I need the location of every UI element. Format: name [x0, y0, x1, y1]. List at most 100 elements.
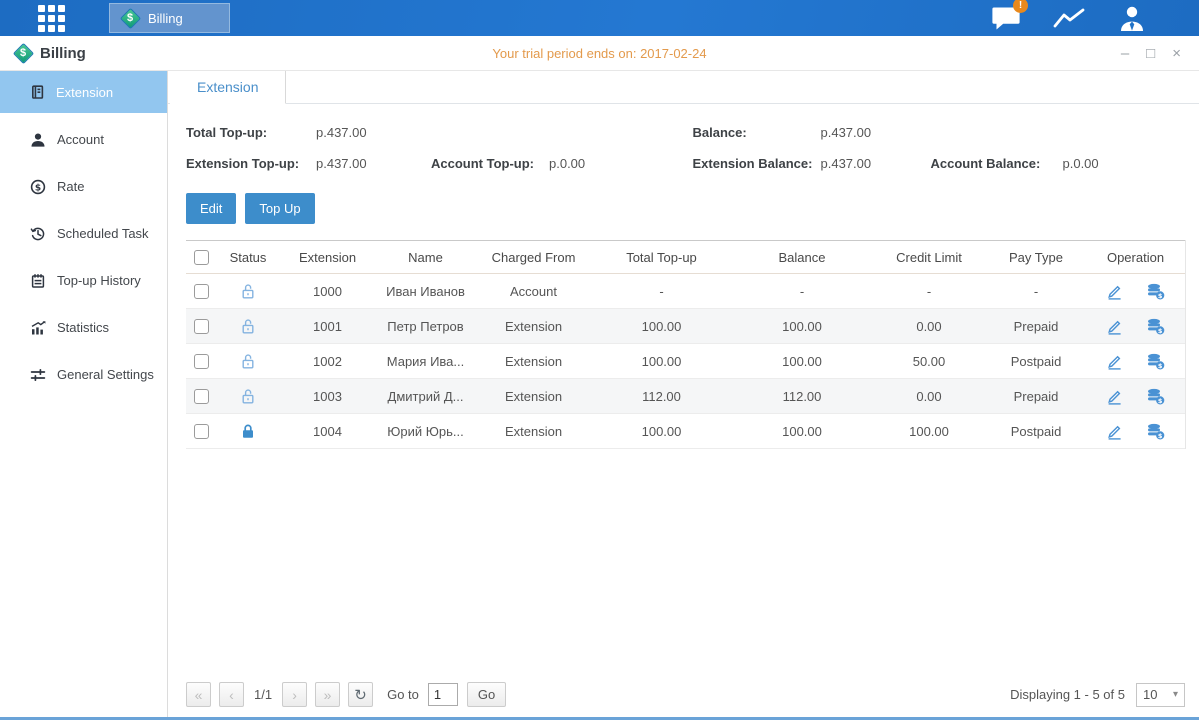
status-unlocked-icon — [240, 283, 256, 300]
column-header-pay-type: Pay Type — [986, 241, 1086, 274]
svg-text:$: $ — [1158, 291, 1163, 299]
summary-section: Total Top-up: p.437.00 Extension Top-up:… — [168, 104, 1199, 179]
cell-pay-type: Postpaid — [986, 344, 1086, 379]
row-checkbox[interactable] — [194, 354, 209, 369]
prev-page-icon: ‹ — [229, 687, 234, 703]
row-checkbox[interactable] — [194, 284, 209, 299]
sidebar-item-scheduled-task[interactable]: Scheduled Task — [0, 210, 167, 257]
close-icon[interactable]: × — [1172, 46, 1181, 61]
page-indicator: 1/1 — [254, 687, 272, 702]
go-button[interactable]: Go — [467, 682, 506, 707]
maximize-icon[interactable]: □ — [1146, 46, 1155, 61]
top-up-row-button[interactable]: $ — [1146, 423, 1165, 440]
cell-balance: 112.00 — [732, 379, 872, 414]
prev-page-button[interactable]: ‹ — [219, 682, 244, 707]
row-checkbox[interactable] — [194, 389, 209, 404]
first-page-icon: « — [195, 687, 203, 703]
chevron-down-icon: ▾ — [1173, 689, 1178, 700]
cell-extension: 1003 — [280, 379, 375, 414]
balance-label: Balance: — [693, 125, 821, 140]
cell-balance: 100.00 — [732, 344, 872, 379]
cell-credit-limit: 0.00 — [872, 379, 986, 414]
line-chart-icon — [1052, 6, 1086, 31]
sidebar-item-statistics[interactable]: Statistics — [0, 304, 167, 351]
select-all-checkbox[interactable] — [194, 250, 209, 265]
status-unlocked-icon — [240, 318, 256, 335]
cell-charged-from: Extension — [476, 344, 591, 379]
sidebar-item-label: Account — [57, 132, 104, 147]
next-page-button[interactable]: › — [282, 682, 307, 707]
edit-row-button[interactable] — [1106, 423, 1123, 440]
tab-extension[interactable]: Extension — [170, 71, 286, 104]
top-up-row-button[interactable]: $ — [1146, 318, 1165, 335]
account-balance-label: Account Balance: — [931, 156, 1063, 171]
sidebar-item-label: Extension — [56, 85, 113, 100]
cell-total-topup: 112.00 — [591, 379, 732, 414]
last-page-button[interactable]: » — [315, 682, 340, 707]
edit-row-button[interactable] — [1106, 318, 1123, 335]
taskbar-item-billing[interactable]: $ Billing — [109, 3, 230, 33]
last-page-icon: » — [324, 687, 332, 703]
status-locked-icon — [240, 423, 256, 440]
svg-text:$: $ — [1158, 396, 1163, 404]
cell-extension: 1002 — [280, 344, 375, 379]
account-topup-value: p.0.00 — [549, 156, 585, 171]
total-topup-value: p.437.00 — [316, 125, 367, 140]
sidebar-item-label: Top-up History — [57, 273, 141, 288]
column-header-total-topup: Total Top-up — [591, 241, 732, 274]
monitor-button[interactable] — [1052, 4, 1086, 32]
cell-total-topup: 100.00 — [591, 414, 732, 449]
extension-topup-value: p.437.00 — [316, 156, 431, 171]
account-topup-label: Account Top-up: — [431, 156, 549, 171]
refresh-button[interactable]: ↻ — [348, 682, 373, 707]
user-icon — [1118, 5, 1146, 32]
svg-text:$: $ — [1158, 431, 1163, 439]
top-up-button[interactable]: Top Up — [245, 193, 314, 224]
column-header-operation: Operation — [1086, 241, 1185, 274]
sidebar-item-label: Rate — [57, 179, 84, 194]
edit-row-button[interactable] — [1106, 283, 1123, 300]
table-row: 1000 Иван Иванов Account - - - - $ — [186, 274, 1185, 309]
cell-extension: 1004 — [280, 414, 375, 449]
top-up-row-button[interactable]: $ — [1146, 353, 1165, 370]
row-checkbox[interactable] — [194, 319, 209, 334]
column-header-balance: Balance — [732, 241, 872, 274]
tab-strip: Extension — [168, 71, 1199, 104]
cell-pay-type: Prepaid — [986, 309, 1086, 344]
goto-page-input[interactable] — [428, 683, 458, 706]
app-launcher-grid-icon[interactable] — [38, 5, 65, 32]
cell-extension: 1000 — [280, 274, 375, 309]
sidebar-item-topup-history[interactable]: Top-up History — [0, 257, 167, 304]
cell-name: Иван Иванов — [375, 274, 476, 309]
sidebar: Extension Account $ Rate — [0, 71, 168, 720]
top-up-row-button[interactable]: $ — [1146, 388, 1165, 405]
page-size-select[interactable]: 10 ▾ — [1136, 683, 1185, 707]
goto-label: Go to — [387, 687, 419, 702]
scheduled-task-history-icon — [30, 226, 46, 242]
topup-history-notebook-icon — [30, 273, 46, 289]
sidebar-item-rate[interactable]: $ Rate — [0, 163, 167, 210]
sidebar-item-general-settings[interactable]: General Settings — [0, 351, 167, 398]
table-row: 1003 Дмитрий Д... Extension 112.00 112.0… — [186, 379, 1185, 414]
cell-credit-limit: 100.00 — [872, 414, 986, 449]
minimize-icon[interactable]: – — [1121, 46, 1129, 61]
top-up-row-button[interactable]: $ — [1146, 283, 1165, 300]
first-page-button[interactable]: « — [186, 682, 211, 707]
row-checkbox[interactable] — [194, 424, 209, 439]
edit-row-button[interactable] — [1106, 388, 1123, 405]
svg-text:$: $ — [1158, 361, 1163, 369]
cell-extension: 1001 — [280, 309, 375, 344]
edit-button[interactable]: Edit — [186, 193, 236, 224]
cell-balance: 100.00 — [732, 414, 872, 449]
sidebar-item-extension[interactable]: Extension — [0, 71, 167, 113]
messages-button[interactable]: ! — [989, 4, 1023, 32]
cell-pay-type: Prepaid — [986, 379, 1086, 414]
user-account-button[interactable] — [1115, 4, 1149, 32]
column-header-status: Status — [216, 241, 280, 274]
sidebar-item-account[interactable]: Account — [0, 116, 167, 163]
sidebar-item-label: Statistics — [57, 320, 109, 335]
status-unlocked-icon — [240, 353, 256, 370]
edit-row-button[interactable] — [1106, 353, 1123, 370]
window-title: Billing — [40, 45, 86, 62]
column-header-charged-from: Charged From — [476, 241, 591, 274]
